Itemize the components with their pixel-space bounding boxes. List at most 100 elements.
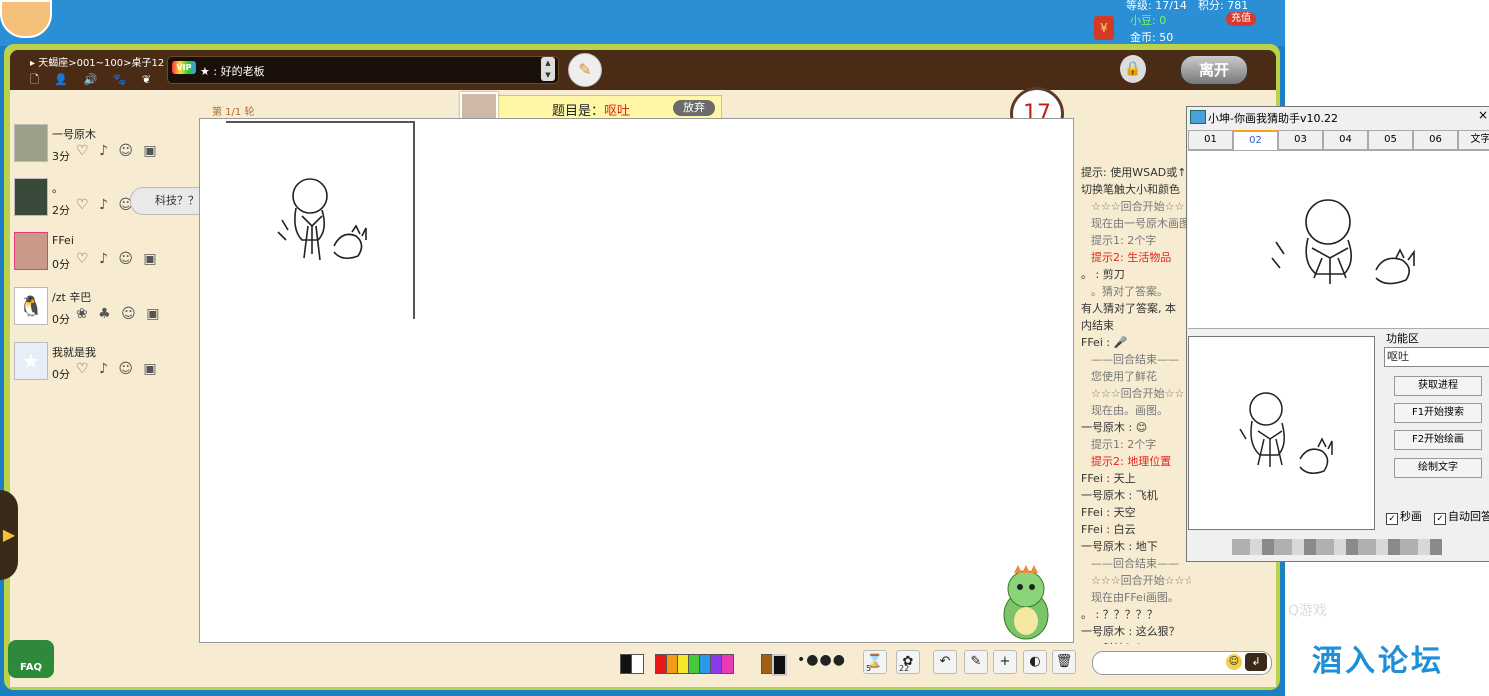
player-action-icons[interactable]: ♡ ♪ ☺ — [76, 197, 136, 213]
player-row[interactable]: 🐧 /zt 辛巴 0分 ❀ ♣ ☺ ▣ — [14, 287, 194, 333]
start-drawing-button[interactable]: F2开始绘画 — [1394, 430, 1482, 450]
preview-sketch — [1271, 199, 1415, 285]
chat-line: 内结束 — [1081, 319, 1114, 332]
chat-line: 。猜对了答案。 — [1091, 285, 1168, 298]
app-icon — [1190, 110, 1206, 124]
avatar[interactable] — [14, 178, 48, 216]
side-expand-arrow-icon[interactable]: ▶ — [0, 490, 18, 580]
faq-icon[interactable]: FAQ — [8, 640, 54, 678]
chat-scroll-arrows[interactable]: ▲ ▼ — [541, 57, 555, 81]
topic-prefix: 题目是： — [552, 104, 605, 119]
chat-line: 切换笔触大小和颜色 — [1081, 183, 1180, 196]
chat-line: 您使用了鲜花 — [1091, 370, 1157, 383]
draw-text-button[interactable]: 绘制文字 — [1394, 458, 1482, 478]
player-score: 3分 — [52, 150, 70, 163]
chat-log[interactable]: 提示: 使用WSAD或↑ 切换笔触大小和颜色 ☆☆☆回合开始☆☆ 现在由一号原木画图提… — [1081, 164, 1191, 644]
undo-icon[interactable]: ↶ — [933, 650, 957, 674]
player-action-icons[interactable]: ❀ ♣ ☺ ▣ — [76, 306, 162, 322]
chat-line: 一号原木 : 这么狠？ — [1081, 625, 1180, 638]
chat-line: 现在由。画图。 — [1091, 404, 1168, 417]
player-score: 0分 — [52, 258, 70, 271]
coins-text: 金币: 50 — [1130, 31, 1174, 44]
send-icon[interactable]: ↲ — [1245, 653, 1267, 671]
player-name: 一号原木 — [52, 128, 96, 141]
chat-line: 一号原木 : 😊 — [1081, 421, 1148, 434]
room-breadcrumb: ▸ 天蝎座>001~100>桌子12 — [30, 58, 165, 69]
chat-line: FFei : 天上 — [1081, 472, 1136, 485]
lock-icon[interactable]: 🔒 — [1120, 55, 1146, 83]
chat-line: 。 : 剪刀 — [1081, 268, 1125, 281]
avatar[interactable] — [14, 232, 48, 270]
leave-button[interactable]: 离开 — [1180, 55, 1248, 85]
avatar[interactable] — [14, 124, 48, 162]
player-name: /zt 辛巴 — [52, 291, 92, 304]
answer-input[interactable]: 呕吐 — [1384, 347, 1489, 367]
auto-answer-checkbox[interactable]: ✓ 自动回答 — [1434, 508, 1489, 525]
topic-answer: 呕吐 — [604, 104, 631, 119]
start-search-button[interactable]: F1开始搜索 — [1394, 403, 1482, 423]
pencil-icon[interactable]: ✎ — [568, 53, 602, 87]
chat-line: FFei : 🎤 — [1081, 336, 1128, 349]
helper-title: 小坤-你画我猜助手v10.22 — [1208, 112, 1338, 125]
chat-message: 好的老板 — [220, 65, 265, 78]
brush-size-selector[interactable]: •●●● — [797, 652, 846, 668]
get-process-button[interactable]: 获取进程 — [1394, 376, 1482, 396]
trash-icon[interactable]: 🗑 — [1052, 650, 1076, 674]
qq-game-watermark: Q游戏 — [1288, 603, 1328, 619]
chat-line: 提示: 使用WSAD或↑ — [1081, 166, 1187, 179]
player-row[interactable]: ★ 我就是我 0分 ♡ ♪ ☺ ▣ — [14, 342, 194, 388]
red-packet-icon[interactable]: ¥ — [1094, 16, 1114, 40]
player-row[interactable]: FFei 0分 ♡ ♪ ☺ ▣ — [14, 232, 194, 278]
penguin-avatar-icon[interactable]: 🐧 — [14, 287, 48, 325]
blurred-status-bar — [1232, 539, 1442, 555]
tab-03[interactable]: 03 — [1278, 130, 1323, 150]
current-color-swatch[interactable] — [772, 654, 787, 676]
tab-04[interactable]: 04 — [1323, 130, 1368, 150]
function-area-label: 功能区 — [1386, 332, 1419, 345]
give-up-button[interactable]: 放弃 — [673, 100, 715, 116]
close-icon[interactable]: × — [1478, 108, 1488, 122]
player-score: 0分 — [52, 313, 70, 326]
color-swatch[interactable] — [631, 654, 644, 674]
tab-01[interactable]: 01 — [1188, 130, 1233, 150]
chat-line: FFei : 白云 — [1081, 523, 1136, 536]
hourglass-icon[interactable]: ⌛ 5 — [863, 650, 887, 674]
tab-文字[interactable]: 文字 — [1458, 130, 1489, 150]
auto-answer-label: 自动回答 — [1448, 510, 1489, 523]
vip-badge: VIP — [172, 61, 196, 74]
top-strip — [0, 0, 1285, 46]
chat-line: 一号原木 : 地下 — [1081, 540, 1158, 553]
chat-line: ——回合结束—— — [1091, 557, 1179, 570]
recharge-button[interactable]: 充值 — [1226, 12, 1256, 26]
count-badge: 22 — [899, 664, 910, 673]
chat-line: 提示2: 地理位置 — [1091, 455, 1172, 468]
chat-line: 提示1: 2个字 — [1091, 438, 1157, 451]
player-name: 。 — [52, 182, 63, 195]
player-action-icons[interactable]: ♡ ♪ ☺ ▣ — [76, 251, 160, 267]
eraser-icon[interactable]: ◐ — [1023, 650, 1047, 674]
flower-icon[interactable]: ✿ 22 — [896, 650, 920, 674]
add-icon[interactable]: + — [993, 650, 1017, 674]
player-score: 2分 — [52, 204, 70, 217]
thumbnail-sketch — [1239, 392, 1333, 474]
pen-tool-icon[interactable]: ✎ — [964, 650, 988, 674]
player-action-icons[interactable]: ♡ ♪ ☺ ▣ — [76, 143, 160, 159]
tab-05[interactable]: 05 — [1368, 130, 1413, 150]
chat-line: 。 : ？？？？？ — [1081, 608, 1158, 621]
dragon-mascot-icon — [1003, 565, 1049, 640]
chat-line: 。 : 科技？？ — [1081, 640, 1191, 644]
color-swatch[interactable] — [721, 654, 734, 674]
header-tool-icons[interactable]: 🗋 👤 🔊 🐾 ❦ — [30, 71, 157, 90]
instant-draw-checkbox[interactable]: ✓ 秒画 — [1386, 508, 1422, 525]
star-avatar-icon[interactable]: ★ — [14, 342, 48, 380]
chat-line: ——回合结束—— — [1091, 353, 1179, 366]
player-action-icons[interactable]: ♡ ♪ ☺ ▣ — [76, 361, 160, 377]
player-name: 我就是我 — [52, 346, 96, 359]
chat-prefix: ★ : — [200, 65, 218, 78]
emoji-icon[interactable]: ☺ — [1226, 654, 1242, 670]
tab-02[interactable]: 02 — [1233, 130, 1278, 151]
top-chat-text: ★ : 好的老板 — [200, 63, 265, 79]
player-row[interactable]: 一号原木 3分 ♡ ♪ ☺ ▣ — [14, 124, 194, 170]
count-badge: 5 — [866, 664, 872, 673]
tab-06[interactable]: 06 — [1413, 130, 1458, 150]
